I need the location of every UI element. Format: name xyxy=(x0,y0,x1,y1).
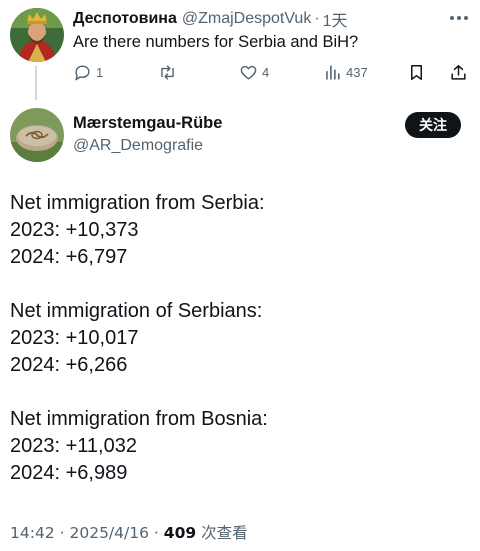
reply-display-name[interactable]: Деспотовина xyxy=(73,10,177,28)
author-display-name[interactable]: Mærstemgau-Rübe xyxy=(73,114,222,133)
more-options-button[interactable] xyxy=(446,8,472,28)
tweet-time[interactable]: 14:42 xyxy=(10,524,55,542)
comment-icon xyxy=(75,64,90,80)
share-button[interactable] xyxy=(449,60,468,84)
view-count: 437 xyxy=(346,64,368,80)
analytics-icon xyxy=(326,64,340,80)
meta-separator: · xyxy=(59,524,65,542)
views-button[interactable]: 437 xyxy=(323,60,368,84)
reply-handle[interactable]: @ZmajDespotVuk xyxy=(182,10,311,28)
section-heading: Net immigration of Serbians: xyxy=(10,300,263,322)
section-heading: Net immigration from Serbia: xyxy=(10,192,265,214)
tweet-meta: 14:42 · 2025/4/16 · 409 次查看 xyxy=(10,521,248,543)
reply-avatar[interactable] xyxy=(10,8,64,62)
reply-text: Are there numbers for Serbia and BiH? xyxy=(73,33,359,51)
retweet-icon xyxy=(161,64,174,80)
reply-header: Деспотовина @ZmajDespotVuk · 1天 xyxy=(73,8,348,30)
reply-button[interactable]: 1 xyxy=(73,60,103,84)
bookmark-icon xyxy=(410,64,423,80)
like-count: 4 xyxy=(262,64,270,80)
tweet-body: Net immigration from Serbia: 2023: +10,3… xyxy=(10,190,470,487)
data-line: 2024: +6,266 xyxy=(10,354,128,376)
reply-separator: · xyxy=(314,10,320,27)
tweet-date[interactable]: 2025/4/16 xyxy=(69,524,148,542)
data-line: 2024: +6,797 xyxy=(10,246,128,268)
like-button[interactable]: 4 xyxy=(239,60,269,84)
section-heading: Net immigration from Bosnia: xyxy=(10,408,268,430)
data-line: 2024: +6,989 xyxy=(10,462,128,484)
view-count-number: 409 xyxy=(163,524,197,542)
heart-icon xyxy=(240,65,257,80)
retweet-button[interactable] xyxy=(158,60,181,84)
more-horizontal-icon xyxy=(450,16,468,20)
author-handle[interactable]: @AR_Demografie xyxy=(73,137,203,155)
follow-button[interactable]: 关注 xyxy=(405,112,461,138)
view-count-label: 次查看 xyxy=(201,524,248,542)
reply-timestamp[interactable]: 1天 xyxy=(323,7,348,31)
bookmark-button[interactable] xyxy=(407,60,426,84)
share-icon xyxy=(451,64,466,80)
data-line: 2023: +10,373 xyxy=(10,219,139,241)
author-avatar[interactable] xyxy=(10,108,64,162)
data-line: 2023: +10,017 xyxy=(10,327,139,349)
action-bar: 1 4 437 xyxy=(73,60,473,84)
reply-tweet: Деспотовина @ZmajDespotVuk · 1天 Are ther… xyxy=(0,0,480,100)
data-line: 2023: +11,032 xyxy=(10,435,137,457)
reply-count: 1 xyxy=(96,64,104,80)
thread-line xyxy=(35,66,37,100)
meta-separator: · xyxy=(153,524,159,542)
